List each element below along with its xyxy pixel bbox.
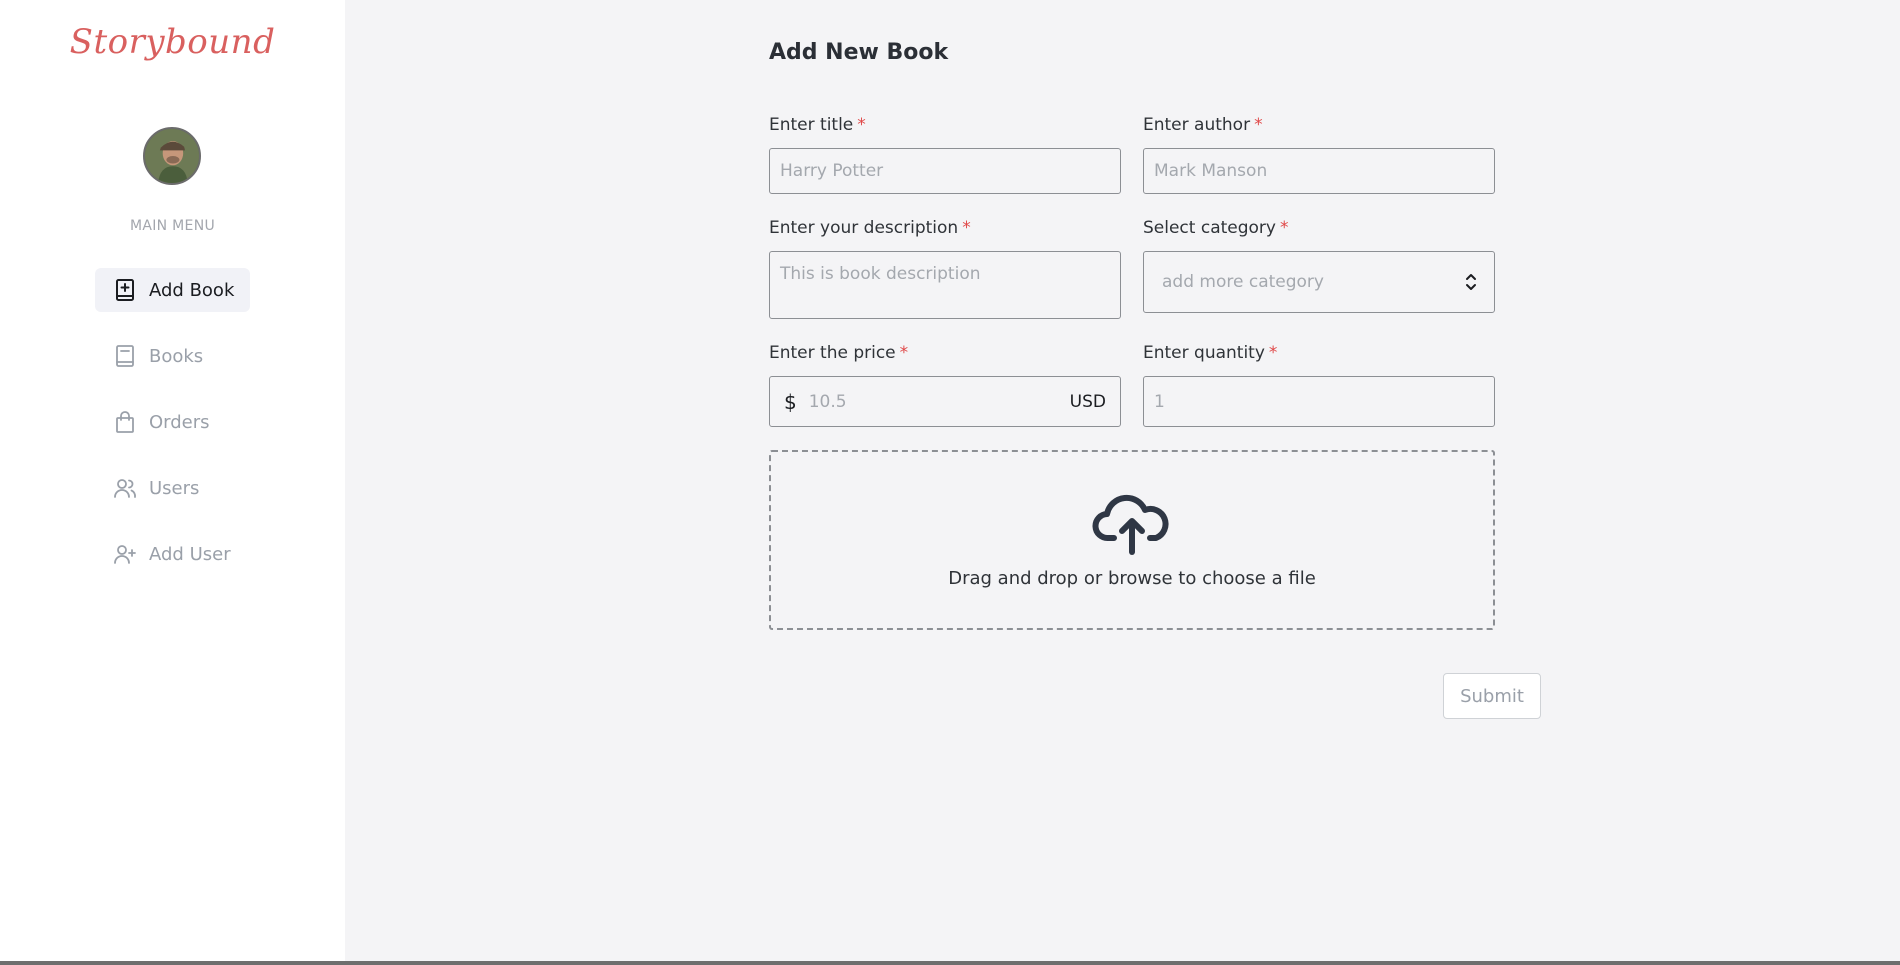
price-placeholder: 10.5 <box>808 391 847 412</box>
main-content: Add New Book Enter title * Harry Potter E… <box>345 0 1900 965</box>
sidebar-item-label: Orders <box>149 411 210 433</box>
required-marker: * <box>1279 218 1289 238</box>
sidebar-item-label: Add Book <box>149 279 235 301</box>
category-label: Select category * <box>1143 218 1495 242</box>
sidebar-item-label: Users <box>149 477 200 499</box>
category-field: Select category * add more category <box>1143 218 1495 313</box>
sidebar: Storybound MAIN MENU Add Book Books Orde… <box>0 0 345 965</box>
required-marker: * <box>962 218 971 238</box>
menu-heading: MAIN MENU <box>129 218 216 234</box>
description-label: Enter your description * <box>769 218 1121 242</box>
price-field: Enter the price * $ 10.5 USD <box>769 343 1121 427</box>
price-label: Enter the price * <box>769 343 1121 367</box>
sidebar-item-orders[interactable]: Orders <box>95 400 250 444</box>
quantity-placeholder: 1 <box>1154 391 1165 412</box>
quantity-field: Enter quantity * 1 <box>1143 343 1495 427</box>
bottom-scrollbar[interactable] <box>0 961 1900 965</box>
shopping-bag-icon <box>113 410 137 434</box>
page-title: Add New Book <box>769 40 949 65</box>
author-label-text: Enter author <box>1143 115 1251 135</box>
description-field: Enter your description * This is book des… <box>769 218 1121 319</box>
price-input-left: $ 10.5 <box>784 390 847 414</box>
description-placeholder: This is book description <box>780 264 981 284</box>
price-label-text: Enter the price <box>769 343 896 363</box>
currency-code: USD <box>1069 391 1106 412</box>
chevron-up-down-icon <box>1466 274 1476 290</box>
author-placeholder: Mark Manson <box>1154 161 1268 181</box>
price-input[interactable]: $ 10.5 USD <box>769 376 1121 427</box>
quantity-input[interactable]: 1 <box>1143 376 1495 427</box>
avatar[interactable] <box>143 127 201 185</box>
author-label: Enter author * <box>1143 115 1495 139</box>
file-dropzone[interactable]: Drag and drop or browse to choose a file <box>769 450 1495 630</box>
sidebar-item-label: Add User <box>149 543 231 565</box>
book-icon <box>113 344 137 368</box>
sidebar-item-add-user[interactable]: Add User <box>95 532 250 576</box>
title-label: Enter title * <box>769 115 1121 139</box>
title-input[interactable]: Harry Potter <box>769 148 1121 194</box>
title-label-text: Enter title <box>769 115 854 135</box>
add-user-icon <box>113 542 137 566</box>
sidebar-nav: Add Book Books Orders Users Add User <box>95 268 250 598</box>
sidebar-item-users[interactable]: Users <box>95 466 250 510</box>
cloud-upload-icon <box>1092 494 1169 555</box>
title-placeholder: Harry Potter <box>780 161 884 181</box>
author-input[interactable]: Mark Manson <box>1143 148 1495 194</box>
required-marker: * <box>899 343 909 363</box>
author-field: Enter author * Mark Manson <box>1143 115 1495 194</box>
users-icon <box>113 476 137 500</box>
required-marker: * <box>857 115 866 135</box>
add-book-form: Add New Book Enter title * Harry Potter E… <box>769 40 1541 719</box>
sidebar-item-add-book[interactable]: Add Book <box>95 268 250 312</box>
quantity-label: Enter quantity * <box>1143 343 1495 367</box>
submit-button[interactable]: Submit <box>1443 673 1541 719</box>
dropzone-text: Drag and drop or browse to choose a file <box>948 567 1316 589</box>
sidebar-item-books[interactable]: Books <box>95 334 250 378</box>
add-book-icon <box>113 278 137 302</box>
sidebar-item-label: Books <box>149 345 204 367</box>
category-select[interactable]: add more category <box>1143 251 1495 313</box>
required-marker: * <box>1254 115 1263 135</box>
required-marker: * <box>1268 343 1278 363</box>
quantity-label-text: Enter quantity <box>1143 343 1265 363</box>
title-field: Enter title * Harry Potter <box>769 115 1121 194</box>
description-label-text: Enter your description <box>769 218 959 238</box>
category-placeholder: add more category <box>1162 272 1324 292</box>
dollar-sign: $ <box>784 389 797 414</box>
description-textarea[interactable]: This is book description <box>769 251 1121 319</box>
category-label-text: Select category <box>1143 218 1276 238</box>
brand-logo[interactable]: Storybound <box>0 22 345 62</box>
